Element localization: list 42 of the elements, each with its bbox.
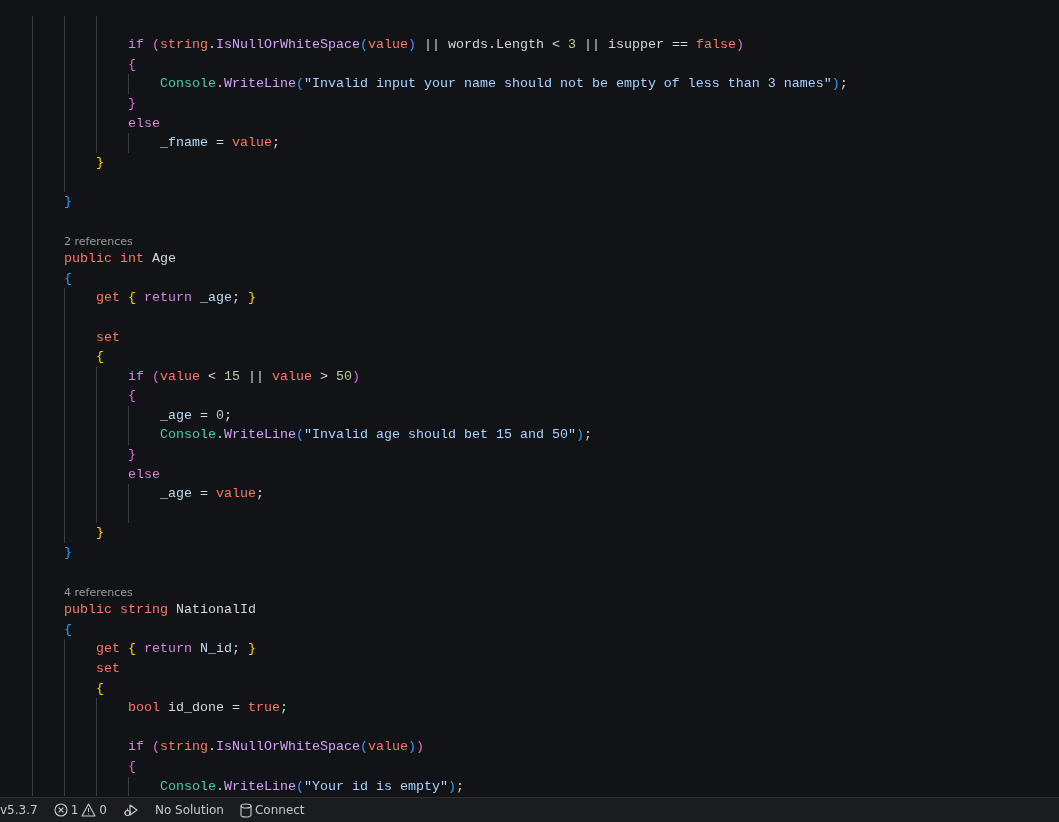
code-line: else [128,115,160,131]
code-line: } [128,447,136,463]
code-line: public string NationalId [64,602,256,618]
warning-icon[interactable] [81,803,97,817]
code-line: } [96,525,104,541]
code-line: { [96,680,104,696]
code-line: _fname = value; [159,135,280,151]
code-line: if (string.IsNullOrWhiteSpace(value)) [128,739,424,755]
warning-count[interactable]: 0 [99,803,107,817]
code-line: { [96,349,104,365]
code-line: { [128,388,136,404]
code-line: get { return N_id; } [96,641,256,657]
version-label: v5.3.7 [0,803,38,817]
references-link[interactable]: 4 references [64,586,133,600]
code-line: if (string.IsNullOrWhiteSpace(value) || words.Length < 3 || isupper == false) [128,37,744,53]
code-line: } [64,193,72,209]
code-line: } [96,154,104,170]
database-icon[interactable] [239,802,252,818]
code-line: _age = value; [159,486,264,502]
code-line: get { return _age; } [96,290,256,306]
code-line: { [128,56,136,72]
code-line: } [128,95,136,111]
code-line: Console.WriteLine("Invalid input your name should not be empty of less than 3 names"); [159,76,848,92]
code-line: if (value < 15 || value > 50) [128,368,360,384]
code-line: else [128,466,160,482]
code-line: { [64,270,72,286]
error-icon[interactable] [53,803,68,817]
connect-button[interactable]: Connect [254,803,305,817]
code-line: { [64,621,72,637]
code-line: } [64,545,72,561]
code-line: Console.WriteLine("Your id is empty"); [159,778,464,794]
code-line: bool id_done = true; [128,700,288,716]
error-count[interactable]: 1 [70,803,79,817]
solution-label[interactable]: No Solution [154,803,224,817]
run-icon[interactable] [122,802,139,818]
references-link[interactable]: 2 references [64,235,133,249]
code-line: Console.WriteLine("Invalid age should bet 15 and 50"); [159,427,592,443]
code-line: set [96,329,120,345]
code-line: _age = 0; [159,407,232,423]
code-line: { [128,758,136,774]
code-line: public int Age [64,251,176,267]
code-line: set [96,661,120,676]
